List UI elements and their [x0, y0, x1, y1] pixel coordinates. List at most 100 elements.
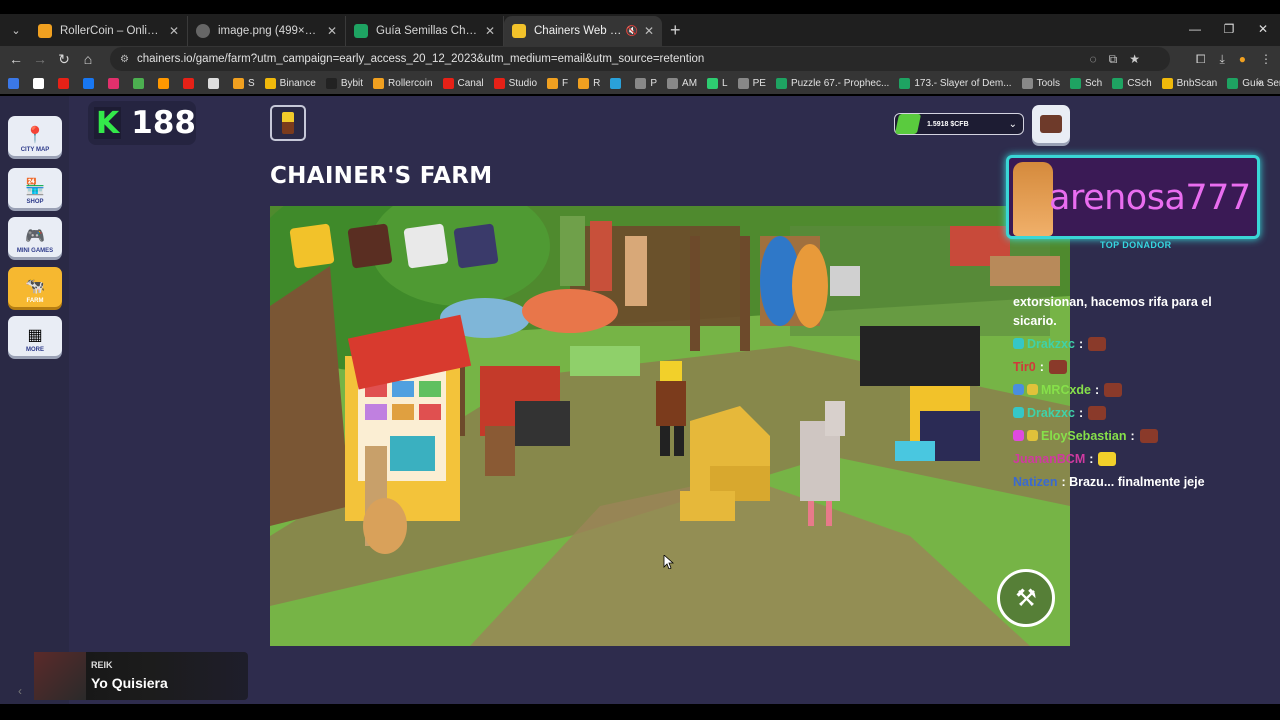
calculator-tool-icon[interactable] [289, 223, 335, 269]
bookmark-item[interactable]: Studio [493, 77, 537, 89]
star-icon[interactable]: ★ [1129, 52, 1140, 67]
tab-rollercoin[interactable]: RollerCoin – Online Bitcoin Mining ✕ [30, 16, 188, 46]
extensions-icon[interactable]: ⧠ [1196, 52, 1206, 67]
donor-name: arenosa777 [1049, 178, 1251, 218]
chat-emote-icon [1088, 336, 1107, 351]
close-icon[interactable]: ✕ [485, 24, 495, 38]
chat-username: EloySebastian [1041, 428, 1127, 443]
bookmark-item[interactable] [183, 77, 198, 89]
menu-kebab-icon[interactable]: ⋮ [1260, 52, 1272, 67]
close-icon[interactable]: ✕ [644, 24, 654, 38]
bookmarks-overflow-button[interactable]: » [1256, 77, 1262, 89]
bookmark-item[interactable]: S [233, 77, 255, 89]
chat-username: Tir0 [1013, 359, 1036, 374]
forward-icon[interactable]: → [28, 51, 52, 67]
chat-message-text: : [1095, 382, 1100, 397]
site-info-icon[interactable]: ⚙ [120, 54, 129, 65]
k-count: 188 [131, 105, 196, 141]
bookmark-item[interactable] [108, 77, 123, 89]
bookmark-favicon-icon [1161, 77, 1173, 89]
bookmark-item[interactable]: Rollercoin [373, 77, 433, 89]
farm-game-canvas[interactable]: ⚒ [270, 206, 1070, 646]
device-tool-icon[interactable] [403, 223, 449, 269]
chevron-down-icon: ⌄ [1008, 118, 1017, 130]
chat-badge-icon [1013, 384, 1024, 395]
bookmark-item[interactable]: PE [737, 77, 766, 89]
eye-off-icon[interactable]: ◌ [1090, 52, 1097, 67]
restore-icon[interactable]: ❐ [1212, 22, 1246, 36]
bookmark-item[interactable] [208, 77, 223, 89]
gamepad-icon: 🎮 [25, 228, 45, 245]
sidebar-item-farm[interactable]: 🐄 FARM [8, 267, 62, 307]
minimize-icon[interactable]: — [1178, 22, 1212, 36]
bookmark-item[interactable] [610, 77, 625, 89]
bookmark-item[interactable]: P [635, 77, 657, 89]
bookmark-item[interactable]: Bybit [325, 77, 363, 89]
bookmark-favicon-icon [493, 77, 505, 89]
bookmark-item[interactable]: AM [667, 77, 698, 89]
bookmark-item[interactable]: R [578, 77, 600, 89]
bookmark-item[interactable] [33, 77, 48, 89]
tab-guia-semillas[interactable]: Guía Semillas Chainers by Pierc ✕ [346, 16, 504, 46]
bookmark-item[interactable]: 173.- Slayer of Dem... [899, 77, 1012, 89]
bookmark-item[interactable]: Canal [442, 77, 484, 89]
inventory-button[interactable] [1032, 105, 1070, 143]
new-tab-button[interactable]: + [670, 20, 681, 41]
mute-icon[interactable]: 🔇 [625, 26, 637, 37]
chat-username: Drakzxc [1027, 336, 1075, 351]
tab-chainers-web-farm[interactable]: Chainers Web Farm 🔇 ✕ [504, 16, 662, 46]
bookmark-label: F [562, 77, 569, 89]
bookmark-item[interactable]: Sch [1069, 77, 1102, 89]
bookmark-item[interactable]: F [547, 77, 569, 89]
chat-username: Natizen [1013, 474, 1058, 489]
chat-line: EloySebastian: [1013, 426, 1158, 445]
chat-emote-icon [1104, 382, 1123, 397]
bookmark-item[interactable] [83, 77, 98, 89]
extension-actions: ⧠ ⤓ ● ⋮ [1196, 52, 1272, 67]
install-icon[interactable]: ⧉ [1109, 52, 1118, 67]
bookmark-item[interactable]: Tools [1021, 77, 1060, 89]
bookmark-item[interactable] [158, 77, 173, 89]
chat-intro: extorsionan, hacemos rifa para el sicari… [1013, 293, 1243, 331]
tab-search-chevron-icon[interactable]: ⌄ [2, 16, 30, 44]
bookmark-item[interactable] [58, 77, 73, 89]
bookmark-item[interactable]: Binance [264, 77, 316, 89]
download-icon[interactable]: ⤓ [1219, 52, 1224, 67]
bookmark-label: AM [682, 77, 698, 89]
sheets-favicon-icon [354, 24, 368, 38]
bookmark-item[interactable] [8, 77, 23, 89]
url-text: chainers.io/game/farm?utm_campaign=early… [136, 53, 705, 65]
close-icon[interactable]: ✕ [169, 24, 179, 38]
bookmark-item[interactable] [133, 77, 148, 89]
extension-fox-icon[interactable]: ● [1239, 52, 1246, 67]
sidebar-item-city-map[interactable]: 📍 CITY MAP [8, 116, 62, 156]
money-tool-icon[interactable] [347, 223, 393, 269]
hammer-build-button[interactable]: ⚒ [997, 569, 1055, 627]
url-field[interactable]: ⚙ chainers.io/game/farm?utm_campaign=ear… [110, 47, 1170, 71]
hammer-icon: ⚒ [1015, 584, 1037, 612]
close-window-icon[interactable]: ✕ [1246, 22, 1280, 36]
bookmark-item[interactable]: BnbScan [1161, 77, 1217, 89]
wallet-dropdown[interactable]: 1.5918 $CFB ⌄ [894, 113, 1024, 135]
close-icon[interactable]: ✕ [327, 24, 337, 38]
sidebar-item-more[interactable]: ▦ MORE [8, 316, 62, 356]
bookmark-favicon-icon [1227, 77, 1239, 89]
home-icon[interactable]: ⌂ [76, 51, 100, 67]
sidebar-item-mini-games[interactable]: 🎮 MINI GAMES [8, 217, 62, 257]
bookmark-item[interactable]: L [707, 77, 728, 89]
bookmark-item[interactable]: CSch [1112, 77, 1152, 89]
now-playing-widget: REIK Yo Quisiera [34, 652, 248, 700]
avatar-button[interactable] [270, 105, 306, 141]
bookmark-favicon-icon [775, 77, 787, 89]
robot-tool-icon[interactable] [453, 223, 499, 269]
chat-emote-icon [1098, 451, 1117, 466]
bookmark-item[interactable]: Puzzle 67.- Prophec... [775, 77, 889, 89]
tab-image-png[interactable]: image.png (499×353) ✕ [188, 16, 346, 46]
artist-name: REIK [91, 660, 113, 670]
reload-icon[interactable]: ↻ [52, 51, 76, 68]
top-donor-card: arenosa777 [1006, 155, 1260, 239]
back-icon[interactable]: ← [4, 51, 28, 67]
bookmark-item[interactable]: Guía Semillas Chain... [1227, 77, 1280, 89]
sidebar-item-shop[interactable]: 🏪 SHOP [8, 168, 62, 208]
chat-badge-icon [1027, 384, 1038, 395]
